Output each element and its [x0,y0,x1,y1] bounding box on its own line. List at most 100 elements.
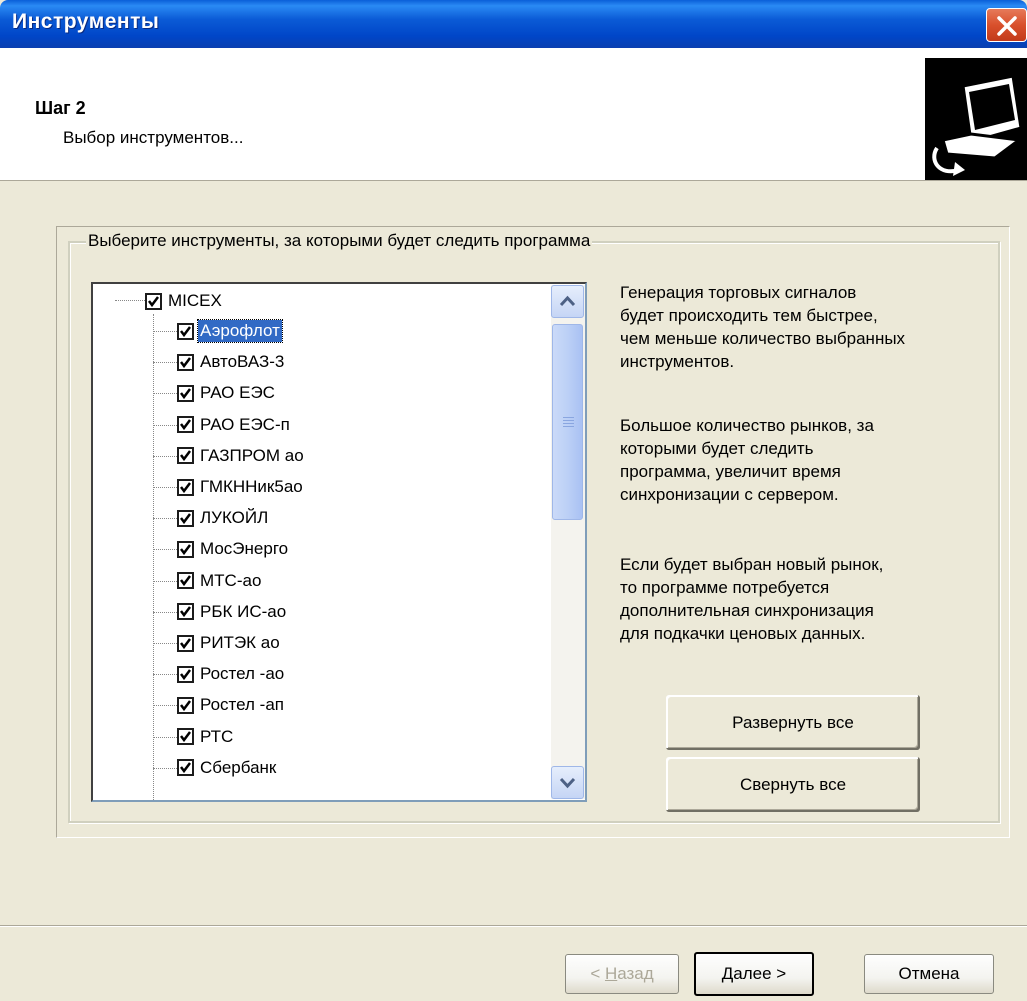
checkbox[interactable] [177,540,194,558]
checkbox[interactable] [177,572,194,590]
window-title: Инструменты [12,10,160,33]
tree-item[interactable]: Аэрофлот [177,316,283,346]
info-paragraph-3: Если будет выбран новый рынок, то програ… [620,555,884,643]
checkmark-icon [180,325,191,337]
tree-item[interactable]: РБК ИС-ао [177,597,288,627]
info-paragraph-2: Большое количество рынков, за которыми б… [620,416,874,504]
tree-connector [153,314,154,800]
tree-connector [153,487,177,488]
tree-connector [153,393,177,395]
tree-item-label: РАО ЕЭС-п [200,414,290,434]
tree-item[interactable]: РАО ЕЭС-п [177,410,292,440]
tree-item[interactable]: ГАЗПРОМ ао [177,441,306,471]
scroll-down-button[interactable] [551,766,584,799]
checkmark-icon [180,419,191,431]
tree-root-micex[interactable]: MICEX [145,286,224,316]
step-title: Шаг 2 [35,98,86,118]
cancel-button[interactable]: Отмена [864,954,994,994]
scroll-up-button[interactable] [551,285,584,318]
checkbox[interactable] [177,447,194,465]
checkbox[interactable] [177,759,194,777]
tree-item[interactable]: МТС-ао [177,566,263,596]
tree-connector [115,300,145,301]
scroll-thumb[interactable] [552,324,583,520]
collapse-all-button[interactable]: Свернуть все [666,757,920,812]
tree-scrollbar[interactable] [551,285,585,799]
checkmark-icon [180,481,191,493]
checkbox[interactable] [145,292,162,310]
checkbox[interactable] [177,696,194,714]
tree-connector [153,518,177,520]
checkbox[interactable] [177,353,194,371]
checkmark-icon [180,700,191,711]
close-button[interactable] [986,8,1027,42]
checkbox[interactable] [177,509,194,527]
checkmark-icon [180,512,191,524]
tree-connector [153,424,177,426]
back-button[interactable]: < Назад [565,954,679,994]
checkbox[interactable] [177,634,194,652]
tree-item-label: Ростел -ао [200,664,285,684]
tree-connector [153,580,177,582]
tree-connector [153,611,177,613]
tree-connector [153,705,177,707]
tree-connector [153,736,177,738]
tree-item[interactable]: МосЭнерго [177,534,290,564]
checkbox[interactable] [177,478,194,496]
tree-item-label: ГМКННик5ао [200,477,303,496]
next-button[interactable]: Далее > [694,952,814,996]
checkmark-icon [180,356,191,368]
tree-connector [153,674,177,676]
computer-icon [925,58,1027,180]
tree-connector [153,549,177,551]
checkmark-icon [180,575,191,587]
chevron-down-icon [559,777,576,789]
tree-item[interactable]: АвтоВАЗ-3 [177,347,286,377]
tree-item-label: МосЭнерго [200,539,289,559]
step-subtitle: Выбор инструментов... [63,128,244,147]
tree-item-label: АвтоВАЗ-3 [200,352,285,372]
checkbox[interactable] [177,384,194,402]
tree-connector [153,455,177,457]
chevron-up-icon [559,295,576,307]
tree-item-label: ЛУКОЙЛ [200,508,269,528]
tree-connector [153,331,177,332]
tree-item-label: РИТЭК ао [200,633,280,652]
checkbox[interactable] [177,728,194,746]
tree-item[interactable]: РАО ЕЭС [177,378,277,408]
groupbox-legend: Выберите инструменты, за которыми будет … [86,231,593,251]
title-bar[interactable]: Инструменты [0,0,1027,48]
checkmark-icon [180,450,191,462]
tree-item-label: РБК ИС-ао [200,601,287,621]
instruments-tree[interactable]: MICEX Аэрофлот АвтоВАЗ-3 РАО ЕЭС РАО ЕЭС-п Г… [91,282,587,802]
tree-item[interactable]: РТС [177,722,235,752]
tree-item[interactable]: РИТЭК ао [177,628,282,658]
wizard-header [0,48,1027,181]
checkmark-icon [180,668,191,680]
tree-connector [153,643,177,644]
checkmark-icon [180,544,191,555]
tree-item-label: ГАЗПРОМ ао [200,445,304,465]
checkmark-icon [180,637,191,649]
expand-all-button[interactable]: Развернуть все [666,695,920,750]
tree-connector [153,362,177,364]
close-icon [997,16,1017,36]
checkbox[interactable] [177,416,194,434]
checkmark-icon [180,606,191,618]
tree-item-label: Аэрофлот [197,319,283,343]
tree-item[interactable]: ГМКННик5ао [177,472,305,502]
tree-item[interactable]: Ростел -ап [177,690,286,720]
info-paragraph-1: Генерация торговых сигналов будет происх… [620,283,906,371]
checkbox[interactable] [177,665,194,683]
checkbox[interactable] [177,603,194,621]
tree-item-label: РТС [200,726,234,746]
tree-item[interactable]: ЛУКОЙЛ [177,503,270,533]
checkbox[interactable] [177,322,194,340]
tree-item[interactable]: Ростел -ао [177,659,286,689]
footer-separator [0,925,1027,927]
checkmark-icon [180,762,191,774]
tree-item-label: РАО ЕЭС [200,383,275,403]
checkmark-icon [180,388,191,399]
tree-connector [153,767,177,769]
tree-item[interactable]: Сбербанк [177,753,278,783]
